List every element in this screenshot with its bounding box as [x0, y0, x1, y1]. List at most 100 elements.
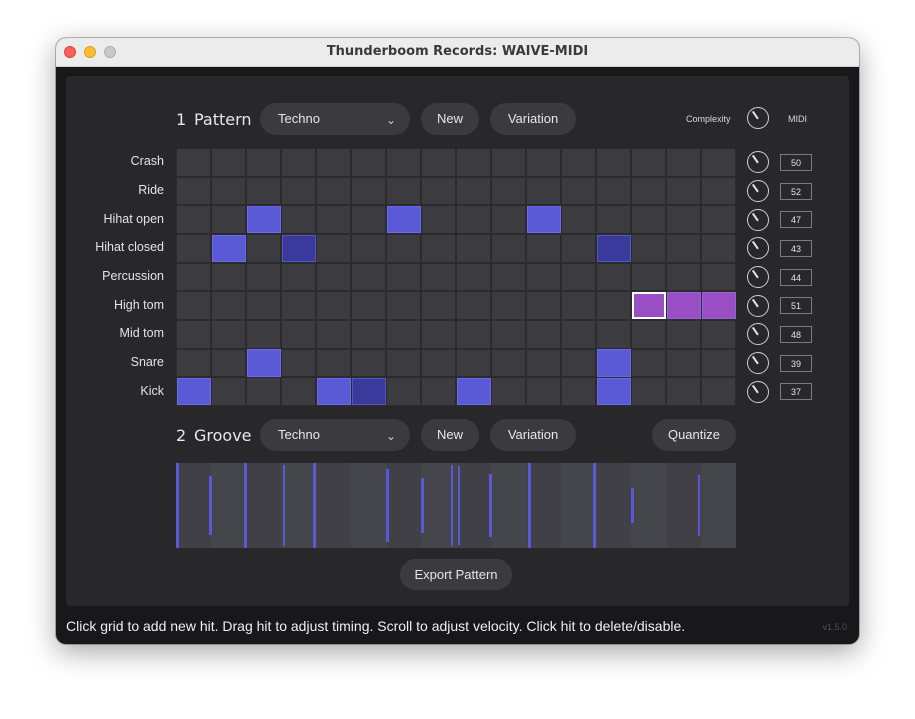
grid-cell[interactable] [212, 292, 245, 319]
grid-cell[interactable] [422, 263, 455, 291]
grid-cell[interactable] [562, 235, 595, 262]
grid-cell[interactable] [422, 149, 455, 176]
grid-cell[interactable] [492, 263, 525, 291]
pattern-hit[interactable] [596, 234, 631, 263]
grid-cell[interactable] [387, 263, 420, 291]
grid-cell[interactable] [667, 206, 700, 233]
grid-cell[interactable] [492, 378, 525, 405]
grid-cell[interactable] [387, 292, 420, 319]
groove-marker[interactable] [450, 465, 454, 546]
grid-cell[interactable] [422, 378, 455, 405]
groove-marker[interactable] [457, 466, 461, 545]
midi-note-field[interactable]: 43 [780, 239, 812, 257]
groove-lane[interactable] [176, 463, 736, 548]
groove-marker[interactable] [421, 477, 424, 534]
row-velocity-knob[interactable] [747, 352, 769, 374]
grid-cell[interactable] [317, 177, 350, 205]
grid-cell[interactable] [212, 321, 245, 348]
pattern-hit[interactable] [351, 377, 386, 406]
pattern-variation-button[interactable]: Variation [490, 103, 576, 135]
pattern-hit[interactable] [701, 291, 736, 320]
grid-cell[interactable] [177, 177, 210, 205]
grid-cell[interactable] [597, 206, 630, 233]
groove-marker[interactable] [697, 474, 700, 537]
grid-cell[interactable] [282, 321, 315, 348]
grid-cell[interactable] [177, 292, 210, 319]
grid-cell[interactable] [632, 149, 665, 176]
grid-cell[interactable] [702, 177, 735, 205]
pattern-style-dropdown[interactable]: Techno ⌄ [260, 103, 410, 135]
groove-marker[interactable] [176, 463, 179, 548]
grid-cell[interactable] [457, 235, 490, 262]
grid-cell[interactable] [247, 378, 280, 405]
pattern-hit[interactable] [176, 377, 211, 406]
grid-cell[interactable] [247, 235, 280, 262]
grid-cell[interactable] [457, 206, 490, 233]
grid-cell[interactable] [387, 149, 420, 176]
grid-cell[interactable] [492, 235, 525, 262]
pattern-hit[interactable] [596, 377, 631, 406]
groove-new-button[interactable]: New [421, 419, 479, 451]
grid-cell[interactable] [702, 235, 735, 262]
grid-cell[interactable] [597, 292, 630, 319]
grid-cell[interactable] [632, 349, 665, 377]
pattern-hit[interactable] [246, 205, 281, 234]
groove-marker[interactable] [312, 463, 316, 548]
row-velocity-knob[interactable] [747, 208, 769, 231]
grid-cell[interactable] [177, 349, 210, 377]
groove-marker[interactable] [631, 487, 634, 524]
midi-note-field[interactable]: 48 [780, 325, 812, 343]
grid-cell[interactable] [527, 263, 560, 291]
grid-cell[interactable] [317, 349, 350, 377]
grid-cell[interactable] [352, 263, 385, 291]
row-velocity-knob[interactable] [747, 180, 769, 202]
grid-cell[interactable] [422, 177, 455, 205]
grid-cell[interactable] [352, 235, 385, 262]
grid-cell[interactable] [562, 263, 595, 291]
grid-cell[interactable] [422, 349, 455, 377]
groove-marker[interactable] [592, 463, 596, 548]
grid-cell[interactable] [457, 177, 490, 205]
grid-cell[interactable] [457, 349, 490, 377]
grid-cell[interactable] [562, 321, 595, 348]
grid-cell[interactable] [492, 206, 525, 233]
grid-cell[interactable] [527, 177, 560, 205]
grid-cell[interactable] [492, 177, 525, 205]
groove-style-dropdown[interactable]: Techno ⌄ [260, 419, 410, 451]
grid-cell[interactable] [492, 349, 525, 377]
grid-cell[interactable] [352, 321, 385, 348]
grid-cell[interactable] [352, 292, 385, 319]
groove-marker[interactable] [209, 475, 212, 536]
grid-cell[interactable] [457, 149, 490, 176]
grid-cell[interactable] [702, 149, 735, 176]
grid-cell[interactable] [702, 349, 735, 377]
pattern-hit[interactable] [246, 349, 281, 377]
grid-cell[interactable] [702, 321, 735, 348]
grid-cell[interactable] [527, 349, 560, 377]
row-velocity-knob[interactable] [747, 294, 769, 317]
grid-cell[interactable] [387, 235, 420, 262]
grid-cell[interactable] [282, 378, 315, 405]
grid-cell[interactable] [282, 206, 315, 233]
grid-cell[interactable] [527, 292, 560, 319]
grid-cell[interactable] [632, 321, 665, 348]
groove-marker[interactable] [282, 465, 286, 546]
grid-cell[interactable] [352, 149, 385, 176]
grid-cell[interactable] [562, 149, 595, 176]
grid-cell[interactable] [177, 149, 210, 176]
grid-cell[interactable] [562, 292, 595, 319]
grid-cell[interactable] [317, 235, 350, 262]
grid-cell[interactable] [352, 349, 385, 377]
grid-cell[interactable] [177, 321, 210, 348]
grid-cell[interactable] [247, 177, 280, 205]
grid-cell[interactable] [667, 321, 700, 348]
grid-cell[interactable] [247, 263, 280, 291]
groove-marker[interactable] [527, 463, 531, 548]
groove-variation-button[interactable]: Variation [490, 419, 576, 451]
row-velocity-knob[interactable] [747, 151, 769, 174]
grid-cell[interactable] [527, 235, 560, 262]
grid-cell[interactable] [177, 206, 210, 233]
export-pattern-button[interactable]: Export Pattern [400, 559, 512, 590]
grid-cell[interactable] [632, 235, 665, 262]
pattern-hit[interactable] [281, 234, 316, 263]
